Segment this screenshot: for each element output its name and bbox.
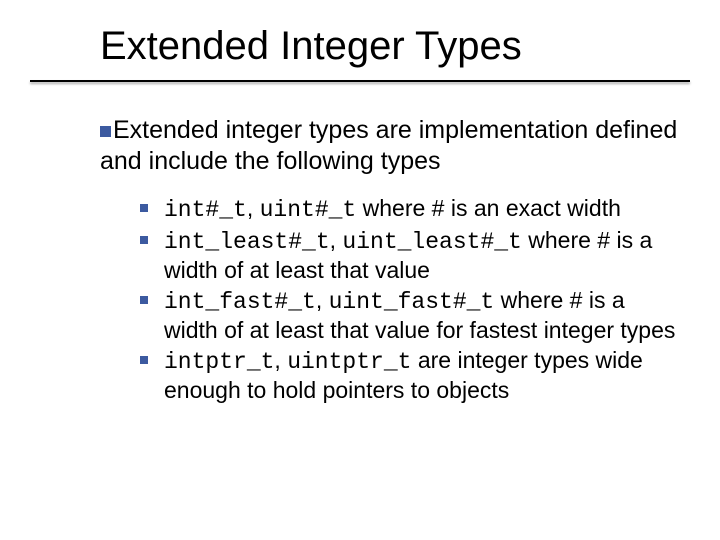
intro-text: Extended integer types are implementatio… (100, 116, 677, 175)
separator: , (316, 287, 329, 313)
sub-bullet-list: int#_t, uint#_t where # is an exact widt… (140, 194, 680, 404)
separator: , (330, 227, 343, 253)
code-text: int_fast#_t (164, 289, 316, 315)
slide: Extended Integer Types Extended integer … (0, 0, 720, 540)
code-text: int#_t (164, 197, 247, 223)
code-text: uint_fast#_t (329, 289, 495, 315)
title-underline (30, 80, 690, 82)
code-text: uintptr_t (287, 349, 411, 375)
code-text: intptr_t (164, 349, 274, 375)
square-bullet-icon (100, 126, 111, 137)
list-item: intptr_t, uintptr_t are integer types wi… (140, 346, 680, 404)
code-text: uint#_t (260, 197, 357, 223)
list-item: int#_t, uint#_t where # is an exact widt… (140, 194, 680, 224)
body-text: Extended integer types are implementatio… (100, 115, 680, 404)
code-text: uint_least#_t (342, 229, 521, 255)
intro-bullet: Extended integer types are implementatio… (100, 115, 680, 176)
slide-title: Extended Integer Types (100, 24, 680, 69)
desc-text: where # is an exact width (356, 195, 621, 221)
list-item: int_least#_t, uint_least#_t where # is a… (140, 226, 680, 284)
code-text: int_least#_t (164, 229, 330, 255)
list-item: int_fast#_t, uint_fast#_t where # is a w… (140, 286, 680, 344)
separator: , (247, 195, 260, 221)
separator: , (274, 347, 287, 373)
